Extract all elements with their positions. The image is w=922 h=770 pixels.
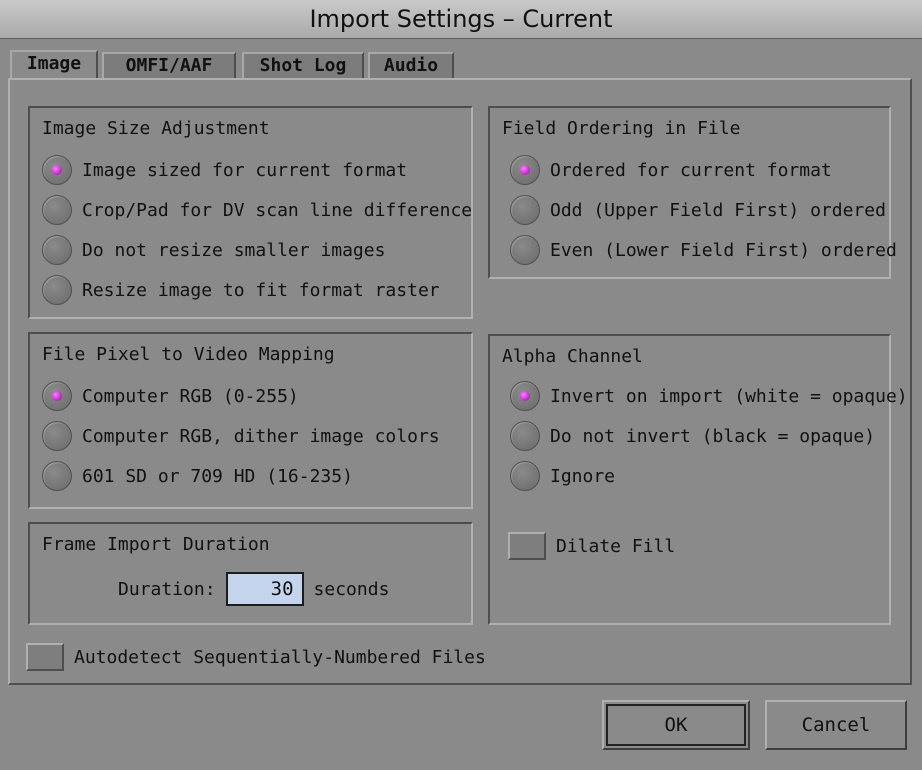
radio-unselected-icon [42,461,72,491]
cancel-button[interactable]: Cancel [765,700,907,750]
radio-label: Do not resize smaller images [82,239,386,261]
pixel-mapping-group: File Pixel to Video Mapping Computer RGB… [28,332,473,509]
radio-label: Resize image to fit format raster [82,279,440,301]
radio-odd-upper-field[interactable]: Odd (Upper Field First) ordered [510,193,886,227]
window-title: Import Settings – Current [0,0,922,39]
radio-computer-rgb[interactable]: Computer RGB (0-255) [42,379,299,413]
alpha-channel-title: Alpha Channel [502,346,643,367]
tab-image[interactable]: Image [10,50,98,80]
pixel-mapping-title: File Pixel to Video Mapping [42,344,335,365]
radio-selected-icon [510,155,540,185]
tab-audio[interactable]: Audio [368,52,454,78]
radio-unselected-icon [42,275,72,305]
duration-row: Duration: 30 seconds [118,572,389,606]
radio-label: Computer RGB, dither image colors [82,425,440,447]
autodetect-checkbox[interactable] [26,643,64,671]
dilate-fill-checkbox[interactable] [508,532,546,560]
duration-unit: seconds [313,578,390,600]
field-ordering-group: Field Ordering in File Ordered for curre… [488,106,897,279]
radio-computer-rgb-dither[interactable]: Computer RGB, dither image colors [42,419,440,453]
tab-omfi-aaf[interactable]: OMFI/AAF [102,52,236,78]
dilate-fill-label: Dilate Fill [556,535,676,557]
radio-crop-pad-dv[interactable]: Crop/Pad for DV scan line difference [42,193,472,227]
frame-import-group: Frame Import Duration Duration: 30 secon… [28,522,473,625]
radio-label: Image sized for current format [82,159,408,181]
radio-selected-icon [42,155,72,185]
radio-unselected-icon [510,195,540,225]
radio-label: Do not invert (black = opaque) [550,425,876,447]
radio-label: Computer RGB (0-255) [82,385,299,407]
radio-label: Crop/Pad for DV scan line difference [82,199,473,221]
radio-unselected-icon [42,195,72,225]
radio-ordered-current-format[interactable]: Ordered for current format [510,153,832,187]
dilate-fill-row[interactable]: Dilate Fill [508,532,675,560]
radio-label: Invert on import (white = opaque) [550,385,908,407]
tab-strip: Image OMFI/AAF Shot Log Audio [0,40,922,80]
radio-label: Ordered for current format [550,159,832,181]
autodetect-label: Autodetect Sequentially-Numbered Files [74,646,486,668]
radio-label: 601 SD or 709 HD (16-235) [82,465,353,487]
radio-resize-to-fit[interactable]: Resize image to fit format raster [42,273,440,307]
alpha-channel-group: Alpha Channel Invert on import (white = … [488,334,908,625]
radio-selected-icon [42,381,72,411]
autodetect-checkbox-row[interactable]: Autodetect Sequentially-Numbered Files [26,643,486,671]
duration-input[interactable]: 30 [225,572,304,606]
radio-601-709[interactable]: 601 SD or 709 HD (16-235) [42,459,353,493]
radio-unselected-icon [510,235,540,265]
radio-invert-on-import[interactable]: Invert on import (white = opaque) [510,379,908,413]
radio-ignore[interactable]: Ignore [510,459,615,493]
radio-unselected-icon [510,421,540,451]
tab-shot-log[interactable]: Shot Log [242,52,364,78]
radio-label: Even (Lower Field First) ordered [550,239,897,261]
radio-unselected-icon [42,421,72,451]
radio-unselected-icon [42,235,72,265]
radio-do-not-invert[interactable]: Do not invert (black = opaque) [510,419,875,453]
radio-selected-icon [510,381,540,411]
field-ordering-title: Field Ordering in File [502,118,741,139]
duration-label: Duration: [118,578,216,600]
ok-button[interactable]: OK [602,700,750,750]
radio-image-sized-current-format[interactable]: Image sized for current format [42,153,407,187]
radio-label: Odd (Upper Field First) ordered [550,199,886,221]
radio-do-not-resize[interactable]: Do not resize smaller images [42,233,385,267]
radio-unselected-icon [510,461,540,491]
radio-even-lower-field[interactable]: Even (Lower Field First) ordered [510,233,897,267]
radio-label: Ignore [550,465,616,487]
frame-import-title: Frame Import Duration [42,534,270,555]
image-size-title: Image Size Adjustment [42,118,270,139]
image-size-group: Image Size Adjustment Image sized for cu… [28,106,473,319]
